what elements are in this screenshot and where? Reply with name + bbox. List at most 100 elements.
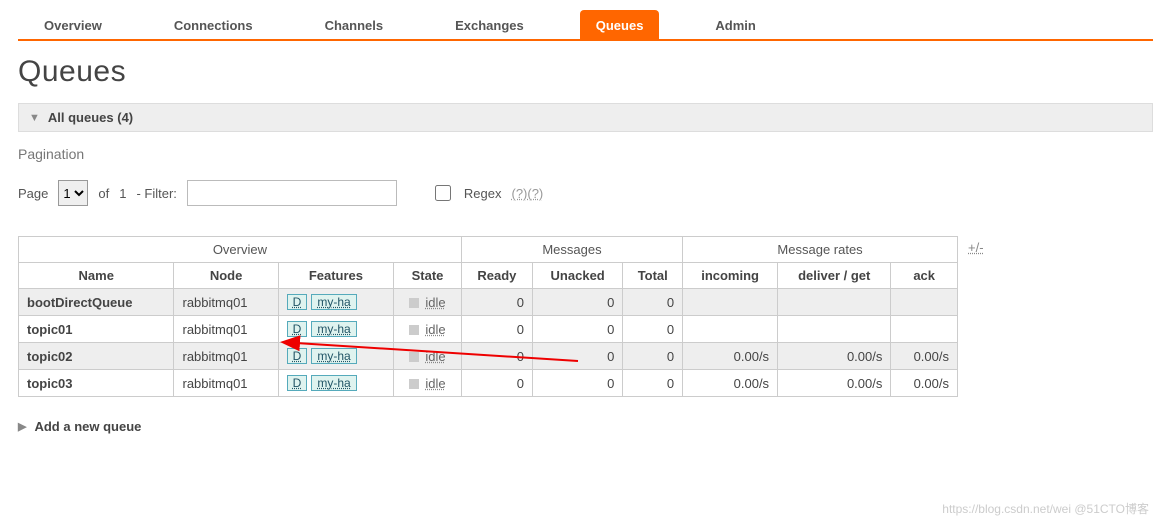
th-group-rates: Message rates [683,237,958,263]
state-dot-icon [409,325,419,335]
of-label: of [98,186,109,201]
page-label: Page [18,186,48,201]
main-tabs: Overview Connections Channels Exchanges … [18,0,1153,41]
cell-ready: 0 [461,370,532,397]
tab-queues[interactable]: Queues [580,10,660,39]
chevron-right-icon: ▶ [18,420,26,433]
cell-deliver-get [778,316,891,343]
state-text: idle [425,322,445,337]
cell-features: Dmy-ha [278,343,394,370]
feature-durable-badge[interactable]: D [287,321,308,337]
filter-input[interactable] [187,180,397,206]
queues-table: Overview Messages Message rates Name Nod… [18,236,958,397]
section-all-queues[interactable]: ▼ All queues (4) [18,103,1153,132]
th-ack[interactable]: ack [891,263,958,289]
cell-state: idle [394,316,462,343]
cell-node: rabbitmq01 [174,289,278,316]
cell-ready: 0 [461,343,532,370]
th-ready[interactable]: Ready [461,263,532,289]
cell-deliver-get: 0.00/s [778,343,891,370]
columns-plus-minus[interactable]: +/- [968,240,984,255]
state-text: idle [425,349,445,364]
tab-admin[interactable]: Admin [699,10,771,39]
page-title: Queues [18,55,1153,89]
cell-ack: 0.00/s [891,370,958,397]
feature-ha-badge[interactable]: my-ha [311,348,356,364]
feature-ha-badge[interactable]: my-ha [311,294,356,310]
th-deliver-get[interactable]: deliver / get [778,263,891,289]
state-text: idle [425,376,445,391]
cell-ack [891,316,958,343]
chevron-down-icon: ▼ [29,112,40,124]
total-pages: 1 [119,186,126,201]
state-dot-icon [409,298,419,308]
add-queue-label: Add a new queue [34,419,141,434]
state-text: idle [425,295,445,310]
cell-features: Dmy-ha [278,370,394,397]
cell-incoming: 0.00/s [683,370,778,397]
cell-state: idle [394,289,462,316]
th-name[interactable]: Name [19,263,174,289]
table-row: bootDirectQueuerabbitmq01Dmy-haidle000 [19,289,958,316]
cell-total: 0 [623,316,683,343]
tab-exchanges[interactable]: Exchanges [439,10,540,39]
feature-ha-badge[interactable]: my-ha [311,321,356,337]
th-group-overview: Overview [19,237,462,263]
cell-ack [891,289,958,316]
th-group-messages: Messages [461,237,682,263]
pagination-heading: Pagination [18,146,1153,162]
cell-total: 0 [623,343,683,370]
th-node[interactable]: Node [174,263,278,289]
cell-features: Dmy-ha [278,316,394,343]
cell-unacked: 0 [532,343,622,370]
th-incoming[interactable]: incoming [683,263,778,289]
cell-node: rabbitmq01 [174,343,278,370]
regex-label: Regex [464,186,502,201]
regex-checkbox[interactable] [435,185,451,201]
cell-node: rabbitmq01 [174,370,278,397]
page-select[interactable]: 1 [58,180,88,206]
cell-incoming [683,289,778,316]
th-features[interactable]: Features [278,263,394,289]
section-all-queues-label: All queues (4) [48,110,133,125]
regex-help[interactable]: (?)(?) [511,186,543,201]
cell-ready: 0 [461,316,532,343]
feature-ha-badge[interactable]: my-ha [311,375,356,391]
cell-name[interactable]: topic03 [19,370,174,397]
cell-total: 0 [623,370,683,397]
state-dot-icon [409,352,419,362]
filter-label: - Filter: [136,186,176,201]
feature-durable-badge[interactable]: D [287,375,308,391]
cell-name[interactable]: topic01 [19,316,174,343]
table-row: topic01rabbitmq01Dmy-haidle000 [19,316,958,343]
cell-node: rabbitmq01 [174,316,278,343]
feature-durable-badge[interactable]: D [287,348,308,364]
th-unacked[interactable]: Unacked [532,263,622,289]
th-total[interactable]: Total [623,263,683,289]
cell-state: idle [394,343,462,370]
tab-connections[interactable]: Connections [158,10,269,39]
cell-deliver-get [778,289,891,316]
cell-unacked: 0 [532,316,622,343]
cell-unacked: 0 [532,289,622,316]
cell-features: Dmy-ha [278,289,394,316]
cell-incoming [683,316,778,343]
pagination-controls: Page 1 of 1 - Filter: Regex (?)(?) [18,180,1153,206]
cell-name[interactable]: topic02 [19,343,174,370]
cell-ack: 0.00/s [891,343,958,370]
state-dot-icon [409,379,419,389]
watermark-text: https://blog.csdn.net/wei @51CTO博客 [942,500,1149,517]
cell-name[interactable]: bootDirectQueue [19,289,174,316]
cell-unacked: 0 [532,370,622,397]
section-add-queue[interactable]: ▶ Add a new queue [18,419,1153,434]
th-state[interactable]: State [394,263,462,289]
table-row: topic03rabbitmq01Dmy-haidle0000.00/s0.00… [19,370,958,397]
cell-ready: 0 [461,289,532,316]
cell-incoming: 0.00/s [683,343,778,370]
cell-total: 0 [623,289,683,316]
tab-overview[interactable]: Overview [28,10,118,39]
tab-channels[interactable]: Channels [309,10,400,39]
table-row: topic02rabbitmq01Dmy-haidle0000.00/s0.00… [19,343,958,370]
feature-durable-badge[interactable]: D [287,294,308,310]
cell-deliver-get: 0.00/s [778,370,891,397]
